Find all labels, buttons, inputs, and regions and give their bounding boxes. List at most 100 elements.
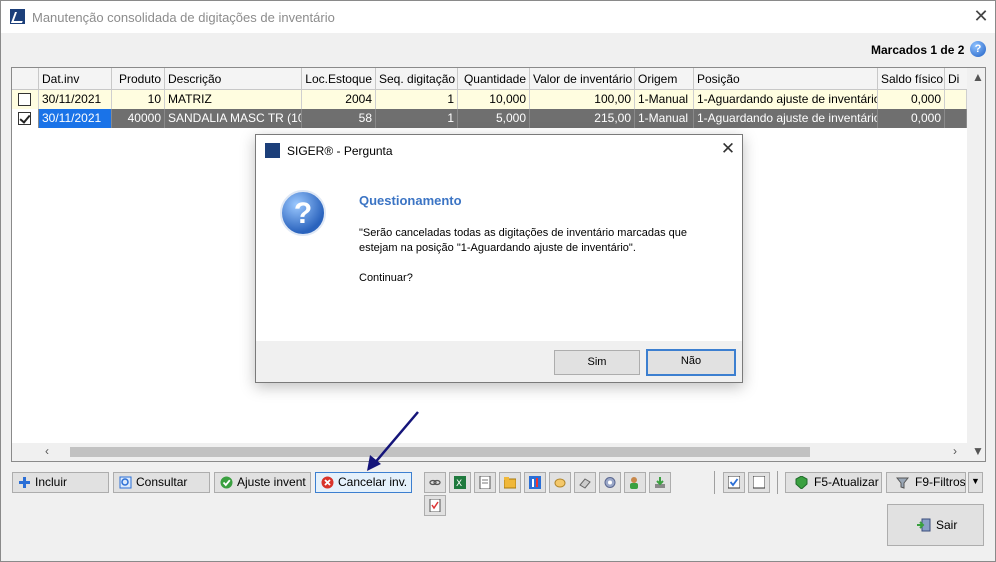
scroll-up-icon[interactable]: ▲ (972, 70, 984, 84)
incluir-label: Incluir (35, 475, 68, 489)
header-saldo-fisico[interactable]: Saldo físico (878, 68, 945, 90)
cell-dat-inv: 30/11/2021 (39, 109, 112, 128)
header-origem[interactable]: Origem (635, 68, 694, 90)
cell-produto: 10 (112, 90, 165, 109)
header-descricao[interactable]: Descrição (165, 68, 302, 90)
hand-icon (554, 478, 566, 488)
table-row[interactable]: 30/11/2021 10 MATRIZ 2004 1 10,000 100,0… (12, 90, 985, 109)
folder-icon (504, 477, 516, 489)
check-all-button[interactable] (723, 472, 745, 493)
user-button[interactable] (624, 472, 646, 493)
cancelar-inv-button[interactable]: Cancelar inv. (315, 472, 412, 493)
atualizar-button[interactable]: F5-Atualizar (785, 472, 882, 493)
eraser-icon (579, 478, 591, 489)
question-dialog: SIGER® - Pergunta ✕ ? Questionamento "Se… (255, 134, 743, 383)
check-circle-icon (220, 476, 233, 489)
cancelar-label: Cancelar inv. (338, 475, 408, 489)
scroll-right-icon[interactable]: › (953, 444, 957, 458)
horizontal-scrollbar[interactable]: ‹ › (12, 443, 967, 461)
chevron-down-icon: ▼ (971, 476, 980, 486)
row-checkbox[interactable] (18, 112, 31, 125)
settings-button[interactable] (599, 472, 621, 493)
filtros-dropdown-button[interactable]: ▼ (968, 472, 983, 493)
consultar-label: Consultar (136, 475, 188, 489)
vertical-scrollbar[interactable]: ▲ ▼ (967, 68, 985, 461)
cell-dat-inv: 30/11/2021 (39, 90, 112, 109)
header-produto[interactable]: Produto (112, 68, 165, 90)
checklist-button[interactable] (424, 495, 446, 516)
row-checkbox[interactable] (18, 93, 31, 106)
dialog-message: "Serão canceladas todas as digitações de… (359, 227, 687, 254)
svg-text:X: X (456, 479, 462, 489)
cell-descricao: SANDALIA MASC TR (101) (165, 109, 302, 128)
scroll-thumb[interactable] (70, 447, 810, 457)
sim-button[interactable]: Sim (554, 350, 640, 375)
checkbox-checked-icon (728, 476, 740, 489)
header-check (12, 68, 39, 90)
document-button[interactable] (474, 472, 496, 493)
table-row[interactable]: 30/11/2021 40000 SANDALIA MASC TR (101) … (12, 109, 985, 128)
folder-button[interactable] (499, 472, 521, 493)
cancel-icon (321, 476, 334, 489)
filtros-label: F9-Filtros (915, 475, 966, 489)
header-quantidade[interactable]: Quantidade (458, 68, 530, 90)
cell-seq-digitacao: 1 (376, 90, 458, 109)
cell-posicao: 1-Aguardando ajuste de inventário (694, 109, 878, 128)
cell-loc-estoque: 2004 (302, 90, 376, 109)
header-loc-estoque[interactable]: Loc.Estoque (302, 68, 376, 90)
consultar-button[interactable]: Consultar (113, 472, 210, 493)
eraser-button[interactable] (574, 472, 596, 493)
incluir-button[interactable]: Incluir (12, 472, 109, 493)
cell-origem: 1-Manual (635, 90, 694, 109)
main-window: Manutenção consolidada de digitações de … (0, 0, 996, 562)
cell-loc-estoque: 58 (302, 109, 376, 128)
header-valor-inventario[interactable]: Valor de inventário (530, 68, 635, 90)
filtros-button[interactable]: F9-Filtros (886, 472, 966, 493)
nao-button[interactable]: Não (646, 349, 736, 376)
marked-count: Marcados 1 de 2 (871, 43, 965, 57)
checkbox-empty-icon (753, 476, 765, 489)
window-close-icon[interactable]: ✕ (971, 6, 991, 26)
download-icon (655, 477, 665, 488)
sair-button[interactable]: Sair (887, 504, 984, 546)
scroll-left-icon[interactable]: ‹ (45, 444, 49, 458)
cell-saldo-fisico: 0,000 (878, 109, 945, 128)
header-seq-digitacao[interactable]: Seq. digitação (376, 68, 458, 90)
dialog-heading: Questionamento (359, 193, 462, 208)
excel-icon: X (454, 476, 466, 489)
annotation-arrow-icon (367, 411, 419, 471)
sort-button[interactable] (524, 472, 546, 493)
search-icon (119, 476, 132, 489)
scroll-down-icon[interactable]: ▼ (972, 444, 984, 458)
cell-valor-inventario: 215,00 (530, 109, 635, 128)
link-icon (429, 479, 441, 486)
sair-label: Sair (936, 518, 958, 532)
user-icon (630, 477, 638, 489)
cell-saldo-fisico: 0,000 (878, 90, 945, 109)
help-icon[interactable]: ? (970, 41, 986, 57)
header-dat-inv[interactable]: Dat.inv (39, 68, 112, 90)
question-icon: ? (280, 190, 326, 236)
dialog-footer: Sim Não (256, 341, 742, 382)
dialog-app-icon (265, 143, 280, 158)
uncheck-all-button[interactable] (748, 472, 770, 493)
atualizar-label: F5-Atualizar (814, 475, 879, 489)
toolbar-separator (714, 471, 715, 494)
title-bar: Manutenção consolidada de digitações de … (1, 1, 995, 33)
ajuste-invent-button[interactable]: Ajuste invent (214, 472, 311, 493)
link-button[interactable] (424, 472, 446, 493)
hand-button[interactable] (549, 472, 571, 493)
dialog-close-icon[interactable]: ✕ (718, 139, 738, 159)
cell-descricao: MATRIZ (165, 90, 302, 109)
cell-quantidade: 10,000 (458, 90, 530, 109)
sort-icon (529, 476, 541, 489)
document-icon (479, 476, 491, 489)
download-button[interactable] (649, 472, 671, 493)
cell-origem: 1-Manual (635, 109, 694, 128)
dialog-title: SIGER® - Pergunta (287, 144, 393, 158)
window-title: Manutenção consolidada de digitações de … (32, 10, 335, 25)
plus-icon (19, 477, 30, 488)
header-posicao[interactable]: Posição (694, 68, 878, 90)
cell-valor-inventario: 100,00 (530, 90, 635, 109)
excel-button[interactable]: X (449, 472, 471, 493)
